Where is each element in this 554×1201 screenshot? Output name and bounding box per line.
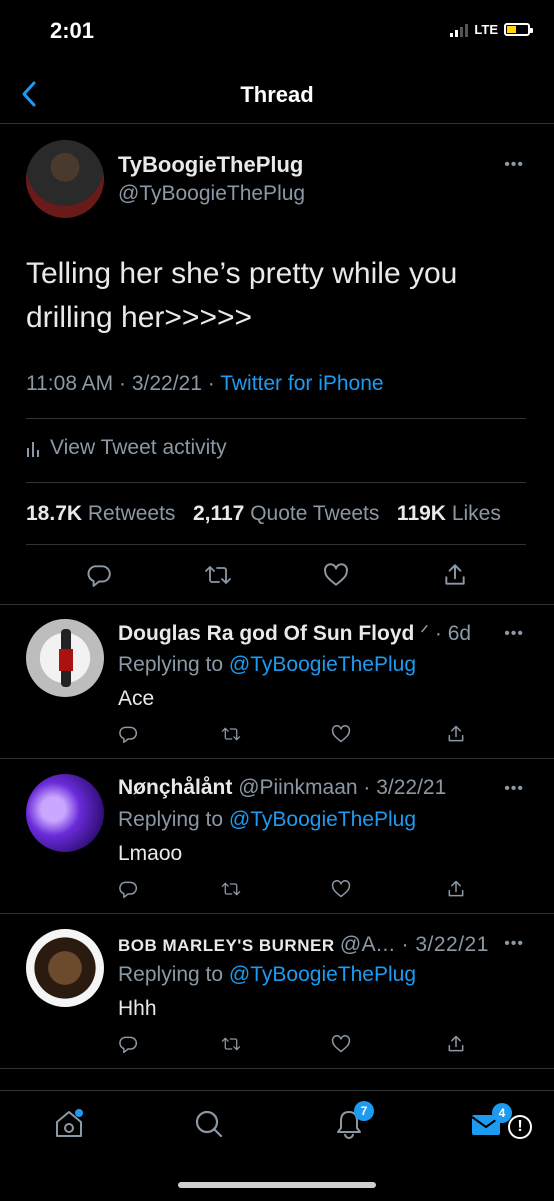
reply-actions — [118, 721, 518, 747]
bell-icon[interactable]: 7 — [332, 1101, 374, 1141]
reply-text: Lmaoo — [118, 842, 183, 865]
bar-chart-icon — [26, 438, 40, 458]
more-icon[interactable]: ••• — [504, 625, 524, 643]
reply-author-name: Nønçhålånt — [118, 776, 233, 799]
reply-icon[interactable] — [40, 560, 159, 590]
divider — [0, 1068, 554, 1069]
home-indicator — [178, 1182, 376, 1188]
retweets-label: Retweets — [87, 502, 176, 525]
replying-to-line: Replying to @TyBoogieThePlug — [118, 963, 416, 987]
reply-text: Hhh — [118, 997, 157, 1020]
reply-actions — [118, 1031, 518, 1057]
reply-author[interactable]: BOB MARLEY'S BURNER @A... · 3/22/21 — [118, 933, 489, 957]
retweet-icon[interactable] — [221, 1031, 241, 1057]
replying-to-link[interactable]: @TyBoogieThePlug — [229, 808, 416, 831]
more-icon[interactable]: ••• — [504, 935, 524, 953]
battery-icon — [504, 23, 533, 36]
more-icon[interactable]: ••• — [504, 780, 524, 798]
likes-count: 119K — [396, 502, 446, 525]
signal-icon — [450, 23, 469, 37]
divider — [26, 482, 526, 483]
quotes-label: Quote Tweets — [250, 502, 380, 525]
replying-to-label: Replying to — [118, 653, 224, 676]
share-icon[interactable] — [396, 560, 515, 590]
view-tweet-activity[interactable]: View Tweet activity — [26, 436, 227, 460]
status-indicators: LTE — [450, 22, 533, 37]
share-icon[interactable] — [446, 721, 466, 747]
reply-date: · 3/22/21 — [357, 776, 447, 799]
likes-label: Likes — [451, 502, 501, 525]
notifications-badge: 7 — [354, 1101, 374, 1121]
share-icon[interactable] — [446, 1031, 466, 1057]
like-icon[interactable] — [331, 876, 351, 902]
replying-to-label: Replying to — [118, 963, 224, 986]
author-handle[interactable]: @TyBoogieThePlug — [118, 182, 305, 206]
search-icon[interactable] — [192, 1107, 226, 1141]
like-icon[interactable] — [331, 721, 351, 747]
retweet-icon[interactable] — [221, 721, 241, 747]
page-title: Thread — [240, 82, 314, 107]
reply-item[interactable]: Douglas Ra god Of Sun Floyd ᐟ · 6d ••• R… — [0, 605, 554, 757]
replying-to-link[interactable]: @TyBoogieThePlug — [229, 653, 416, 676]
likes-stat[interactable]: 119K Likes — [397, 502, 501, 525]
reply-avatar[interactable] — [26, 619, 104, 697]
replying-to-label: Replying to — [118, 808, 224, 831]
alert-icon[interactable]: ! — [508, 1115, 532, 1139]
more-icon[interactable]: ••• — [504, 156, 524, 174]
header-divider — [0, 123, 554, 124]
reply-icon[interactable] — [118, 721, 138, 747]
reply-author-handle: @Piinkmaan — [238, 776, 358, 799]
divider — [26, 544, 526, 545]
reply-avatar[interactable] — [26, 929, 104, 1007]
reply-text: Ace — [118, 687, 155, 710]
tweet-stats: 18.7K Retweets 2,117 Quote Tweets 119K L… — [26, 502, 501, 526]
network-label: LTE — [474, 22, 498, 37]
reply-actions — [118, 876, 518, 902]
reply-icon[interactable] — [118, 1031, 138, 1057]
activity-label: View Tweet activity — [50, 436, 227, 459]
reply-item[interactable]: BOB MARLEY'S BURNER @A... · 3/22/21 ••• … — [0, 915, 554, 1067]
author-avatar[interactable] — [26, 140, 104, 218]
retweets-count: 18.7K — [26, 502, 83, 525]
quotes-count: 2,117 — [192, 502, 245, 525]
divider — [0, 758, 554, 759]
reply-author-handle: @A... — [339, 933, 396, 956]
like-icon[interactable] — [331, 1031, 351, 1057]
like-icon[interactable] — [277, 560, 396, 590]
tweet-actions — [40, 560, 514, 590]
divider — [26, 418, 526, 419]
home-icon[interactable] — [52, 1107, 86, 1141]
replying-to-line: Replying to @TyBoogieThePlug — [118, 653, 416, 677]
status-time: 2:01 — [50, 18, 95, 43]
retweet-icon[interactable] — [159, 560, 278, 590]
tweet-text: Telling her she’s pretty while you drill… — [26, 257, 458, 334]
tweet-timestamp: 11:08 AM · 3/22/21 · — [26, 372, 221, 395]
reply-icon[interactable] — [118, 876, 138, 902]
retweet-icon[interactable] — [221, 876, 241, 902]
reply-avatar[interactable] — [26, 774, 104, 852]
quotes-stat[interactable]: 2,117 Quote Tweets — [193, 502, 379, 525]
divider — [0, 913, 554, 914]
reply-author[interactable]: Nønçhålånt @Piinkmaan · 3/22/21 — [118, 776, 446, 800]
reply-author[interactable]: Douglas Ra god Of Sun Floyd ᐟ · 6d — [118, 621, 471, 646]
reply-author-name: Douglas Ra god Of Sun Floyd — [118, 622, 415, 645]
tweet-meta: 11:08 AM · 3/22/21 · Twitter for iPhone — [26, 372, 384, 396]
retweets-stat[interactable]: 18.7K Retweets — [26, 502, 175, 525]
replying-to-line: Replying to @TyBoogieThePlug — [118, 808, 416, 832]
reply-item[interactable]: Nønçhålånt @Piinkmaan · 3/22/21 ••• Repl… — [0, 760, 554, 912]
reply-date: ᐟ · 6d — [420, 622, 472, 645]
share-icon[interactable] — [446, 876, 466, 902]
replying-to-link[interactable]: @TyBoogieThePlug — [229, 963, 416, 986]
author-name[interactable]: TyBoogieThePlug — [118, 152, 303, 178]
mail-icon[interactable]: 4 — [470, 1103, 512, 1139]
reply-author-name: BOB MARLEY'S BURNER — [118, 936, 335, 955]
tweet-source-link[interactable]: Twitter for iPhone — [220, 372, 383, 395]
reply-date: · 3/22/21 — [395, 933, 489, 956]
